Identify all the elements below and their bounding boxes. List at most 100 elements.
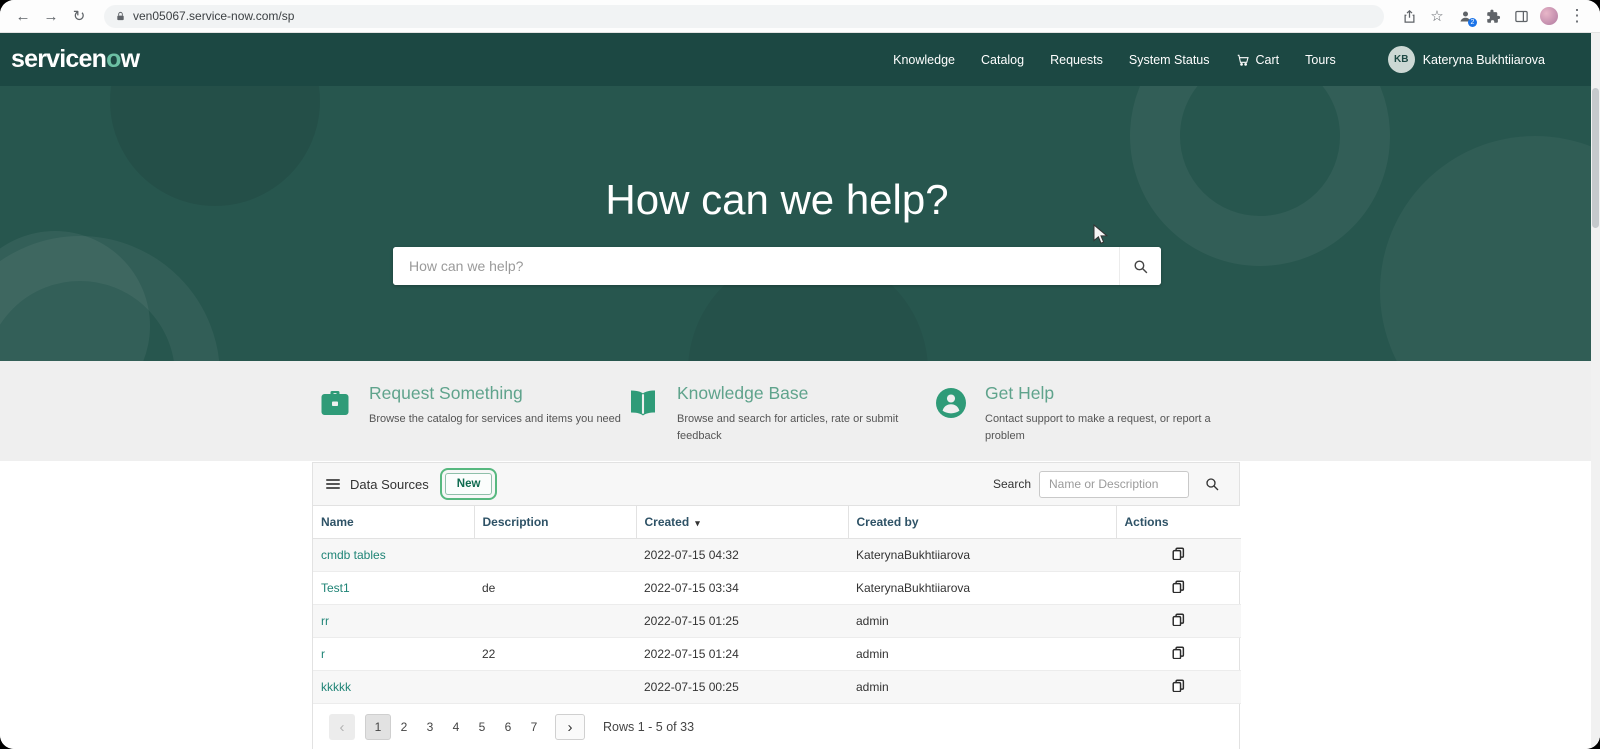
data-sources-table: Name Description Created▾ Created by Act… <box>313 506 1241 704</box>
page-button-1[interactable]: 1 <box>365 714 391 740</box>
record-link[interactable]: cmdb tables <box>321 548 386 562</box>
person-icon <box>933 385 969 421</box>
data-sources-widget: Data Sources New Search Name <box>312 462 1240 749</box>
nav-knowledge[interactable]: Knowledge <box>893 53 955 67</box>
cart-icon <box>1236 53 1250 67</box>
hero-search-button[interactable] <box>1119 247 1161 285</box>
page-button-7[interactable]: 7 <box>521 714 547 740</box>
portal-nav: Knowledge Catalog Requests System Status… <box>893 46 1545 73</box>
nav-requests[interactable]: Requests <box>1050 53 1103 67</box>
feature-request-something[interactable]: Request Something Browse the catalog for… <box>317 383 617 461</box>
book-icon <box>625 385 661 421</box>
back-icon[interactable]: ← <box>10 3 36 29</box>
cell-created: 2022-07-15 04:32 <box>636 539 848 572</box>
row-action-icon[interactable] <box>1172 646 1185 662</box>
widget-title: Data Sources <box>350 477 429 492</box>
cell-created: 2022-07-15 03:34 <box>636 572 848 605</box>
cell-created-by: KaterynaBukhtiiarova <box>848 572 1116 605</box>
nav-cart[interactable]: Cart <box>1236 53 1280 67</box>
col-created[interactable]: Created▾ <box>636 506 848 539</box>
reload-icon[interactable]: ↻ <box>66 3 92 29</box>
feature-shortcuts: Request Something Browse the catalog for… <box>0 361 1600 461</box>
row-action-icon[interactable] <box>1172 679 1185 695</box>
cell-description <box>474 605 636 638</box>
hero-search-bar <box>393 247 1161 285</box>
cell-created-by: KaterynaBukhtiiarova <box>848 539 1116 572</box>
share-icon[interactable] <box>1396 3 1422 29</box>
table-header-row: Name Description Created▾ Created by Act… <box>313 506 1241 539</box>
record-link[interactable]: rr <box>321 614 329 628</box>
search-icon <box>1132 258 1149 275</box>
hero-search-input[interactable] <box>393 247 1119 285</box>
pagination: ‹ 1 2 3 4 5 6 7 › Rows 1 - 5 of 33 <box>313 704 1239 749</box>
page-button-6[interactable]: 6 <box>495 714 521 740</box>
page-button-4[interactable]: 4 <box>443 714 469 740</box>
cell-description <box>474 539 636 572</box>
user-name: Kateryna Bukhtiiarova <box>1423 53 1545 67</box>
cell-created: 2022-07-15 01:24 <box>636 638 848 671</box>
cell-created: 2022-07-15 01:25 <box>636 605 848 638</box>
feature-knowledge-base[interactable]: Knowledge Base Browse and search for art… <box>625 383 925 461</box>
table-row: Test1 de 2022-07-15 03:34 KaterynaBukhti… <box>313 572 1241 605</box>
browser-chrome: ← → ↻ ven05067.service-now.com/sp ☆ 2 ⋮ <box>0 0 1600 33</box>
feature-get-help[interactable]: Get Help Contact support to make a reque… <box>933 383 1233 461</box>
page-button-2[interactable]: 2 <box>391 714 417 740</box>
table-row: kkkkk 2022-07-15 00:25 admin <box>313 671 1241 704</box>
table-row: r 22 2022-07-15 01:24 admin <box>313 638 1241 671</box>
widget-search-button[interactable] <box>1197 471 1227 498</box>
chevron-right-icon[interactable]: › <box>555 714 585 740</box>
widget-search-input[interactable] <box>1039 471 1189 498</box>
col-description[interactable]: Description <box>474 506 636 539</box>
user-menu[interactable]: KB Kateryna Bukhtiiarova <box>1388 46 1545 73</box>
feature-description: Browse and search for articles, rate or … <box>677 411 935 445</box>
row-action-icon[interactable] <box>1172 547 1185 563</box>
page-scrollbar[interactable] <box>1591 33 1600 749</box>
nav-catalog[interactable]: Catalog <box>981 53 1024 67</box>
forward-icon[interactable]: → <box>38 3 64 29</box>
address-bar[interactable]: ven05067.service-now.com/sp <box>104 5 1384 28</box>
user-avatar: KB <box>1388 46 1415 73</box>
servicenow-logo[interactable]: servicenow <box>11 45 139 74</box>
bookmark-star-icon[interactable]: ☆ <box>1424 3 1450 29</box>
side-panel-icon[interactable] <box>1508 3 1534 29</box>
record-link[interactable]: Test1 <box>321 581 350 595</box>
cell-description <box>474 671 636 704</box>
page-content: Data Sources New Search Name <box>0 461 1600 749</box>
extensions-puzzle-icon[interactable] <box>1480 3 1506 29</box>
col-actions: Actions <box>1116 506 1241 539</box>
row-action-icon[interactable] <box>1172 613 1185 629</box>
lock-icon <box>115 11 126 22</box>
widget-header: Data Sources New Search <box>313 463 1239 506</box>
new-button[interactable]: New <box>445 473 493 495</box>
cell-description: de <box>474 572 636 605</box>
nav-system-status[interactable]: System Status <box>1129 53 1210 67</box>
table-row: cmdb tables 2022-07-15 04:32 KaterynaBuk… <box>313 539 1241 572</box>
feature-title[interactable]: Get Help <box>985 383 1243 404</box>
scrollbar-thumb[interactable] <box>1592 88 1599 228</box>
nav-tours[interactable]: Tours <box>1305 53 1336 67</box>
feature-title[interactable]: Knowledge Base <box>677 383 935 404</box>
page-button-3[interactable]: 3 <box>417 714 443 740</box>
table-row: rr 2022-07-15 01:25 admin <box>313 605 1241 638</box>
browser-menu-icon[interactable]: ⋮ <box>1564 3 1590 29</box>
page-button-5[interactable]: 5 <box>469 714 495 740</box>
record-link[interactable]: r <box>321 647 325 661</box>
sort-desc-icon: ▾ <box>695 518 700 528</box>
extension-count-badge: 2 <box>1468 18 1477 27</box>
cell-created-by: admin <box>848 605 1116 638</box>
feature-description: Browse the catalog for services and item… <box>369 411 627 428</box>
row-action-icon[interactable] <box>1172 580 1185 596</box>
search-label: Search <box>993 477 1031 491</box>
browser-profile-avatar[interactable] <box>1536 3 1562 29</box>
chevron-left-icon: ‹ <box>329 714 355 740</box>
rows-count-text: Rows 1 - 5 of 33 <box>603 720 694 734</box>
cell-created: 2022-07-15 00:25 <box>636 671 848 704</box>
record-link[interactable]: kkkkk <box>321 680 351 694</box>
hamburger-icon[interactable] <box>325 477 341 491</box>
feature-title[interactable]: Request Something <box>369 383 627 404</box>
hero-banner: How can we help? <box>0 86 1600 361</box>
profile-badge-icon[interactable]: 2 <box>1452 3 1478 29</box>
feature-description: Contact support to make a request, or re… <box>985 411 1243 445</box>
col-name[interactable]: Name <box>313 506 474 539</box>
col-created-by[interactable]: Created by <box>848 506 1116 539</box>
